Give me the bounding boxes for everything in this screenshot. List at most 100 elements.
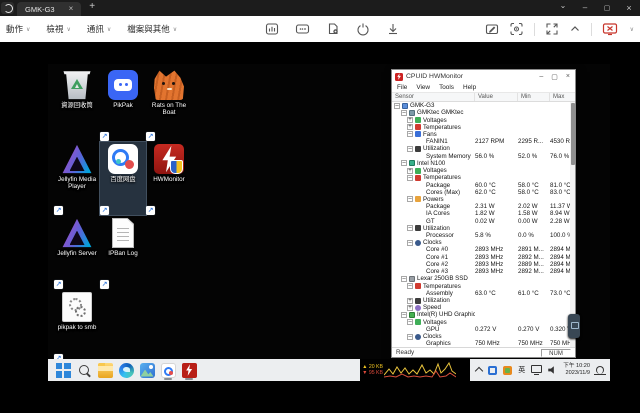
desktop-icon[interactable]: Rats on The Boat [146, 68, 192, 141]
sensor-row[interactable]: Temperatures [392, 124, 575, 131]
expand-toggle-icon[interactable] [407, 319, 413, 325]
sensor-row[interactable]: FANIN1 2127 RPM 2295 R... 4530 R... [392, 138, 575, 145]
taskbar-app-photos[interactable] [139, 361, 155, 380]
close-icon[interactable] [618, 0, 640, 17]
download-icon[interactable] [386, 22, 400, 36]
maximize-icon[interactable]: ▢ [551, 73, 558, 81]
side-toolbar-handle[interactable] [568, 314, 580, 338]
expand-toggle-icon[interactable] [407, 124, 413, 130]
expand-toggle-icon[interactable] [407, 117, 413, 123]
column-header-value[interactable]: Value [475, 93, 518, 101]
desktop-icon[interactable]: Jellyfin Server [54, 216, 100, 289]
expand-toggle-icon[interactable] [407, 131, 413, 137]
desktop-icon[interactable]: HWMonitor [146, 142, 192, 215]
column-header-sensor[interactable]: Sensor [392, 93, 475, 101]
sensor-row[interactable]: Temperatures [392, 174, 575, 181]
column-header-max[interactable]: Max [550, 93, 575, 101]
sensor-row[interactable]: Voltages [392, 319, 575, 326]
desktop-icon[interactable]: 資源回收筒 [54, 68, 100, 141]
sensor-row[interactable]: Temperatures [392, 282, 575, 289]
clock[interactable]: 下午 10:20 2023/11/9 [563, 363, 590, 377]
sensor-row[interactable]: Powers [392, 196, 575, 203]
collapse-toolbar-icon[interactable] [569, 23, 581, 35]
speaker-icon[interactable] [548, 366, 557, 375]
sensor-row[interactable]: Assembly 63.0 °C 61.0 °C 73.0 °C [392, 290, 575, 297]
virtual-screen-icon[interactable] [295, 22, 310, 36]
taskbar-app-file-explorer[interactable] [97, 361, 113, 380]
sensor-row[interactable]: GMK-G3 [392, 102, 575, 109]
expand-toggle-icon[interactable] [407, 298, 413, 304]
scrollbar[interactable] [570, 102, 575, 347]
sensor-row[interactable]: System Memory 56.0 % 52.0 % 76.0 % [392, 153, 575, 160]
annotate-icon[interactable] [485, 22, 499, 36]
expand-toggle-icon[interactable] [401, 312, 407, 318]
sensor-row[interactable]: Intel(R) UHD Graphics [392, 311, 575, 318]
taskbar-app-search[interactable] [76, 361, 92, 380]
close-tab-icon[interactable] [69, 5, 74, 13]
desktop-icon[interactable]: PikPak [100, 68, 146, 141]
new-tab-button[interactable] [81, 0, 103, 16]
sensor-row[interactable]: Utilization [392, 225, 575, 232]
sensor-row[interactable]: Processor 5.8 % 0.0 % 100.0 % [392, 232, 575, 239]
taskbar-app-baidu-netdisk[interactable] [160, 361, 176, 380]
hwmonitor-window[interactable]: CPUID HWMonitor – ▢ × FileViewToolsHelp … [391, 69, 576, 358]
more-options-icon[interactable]: ∨ [630, 26, 634, 33]
hwmonitor-menu-item[interactable]: Help [463, 84, 476, 91]
expand-toggle-icon[interactable] [401, 160, 407, 166]
expand-toggle-icon[interactable] [407, 240, 413, 246]
hwmonitor-menu-item[interactable]: View [416, 84, 430, 91]
expand-toggle-icon[interactable] [407, 146, 413, 152]
ime-indicator[interactable]: 英 [518, 365, 525, 375]
sensor-row[interactable]: GT 0.02 W 0.00 W 2.28 W [392, 218, 575, 225]
remote-screen[interactable]: 資源回收筒 PikPak Rats on The Boat Jellyfin M… [48, 64, 610, 381]
session-tab[interactable]: GMK-G3 [17, 2, 81, 16]
sensor-row[interactable]: Voltages [392, 167, 575, 174]
sensor-row[interactable]: Core #2 2893 MHz 2889 M... 2894 M... [392, 261, 575, 268]
expand-toggle-icon[interactable] [394, 103, 400, 109]
expand-toggle-icon[interactable] [407, 225, 413, 231]
expand-toggle-icon[interactable] [407, 168, 413, 174]
menu-item[interactable]: 檔案與其他 [127, 23, 177, 35]
close-icon[interactable]: × [566, 73, 570, 81]
display-icon[interactable] [531, 365, 542, 373]
sensor-row[interactable]: Speed [392, 304, 575, 311]
desktop-icon[interactable]: IPBan Log [100, 216, 146, 289]
expand-toggle-icon[interactable] [407, 334, 413, 340]
menu-item[interactable]: 檢視 [46, 23, 70, 35]
sensor-row[interactable]: Fans [392, 131, 575, 138]
sensor-row[interactable]: Intel N100 [392, 160, 575, 167]
sensor-row[interactable]: IA Cores 1.82 W 1.58 W 8.94 W [392, 210, 575, 217]
traffic-monitor-widget[interactable]: ▲ 20 KB ▼ 95 KB [360, 359, 470, 381]
desktop-icon[interactable]: Jellyfin Media Player [54, 142, 100, 215]
chevron-down-icon[interactable] [552, 0, 574, 16]
expand-toggle-icon[interactable] [401, 110, 407, 116]
notification-bell-icon[interactable] [596, 366, 604, 374]
sensor-row[interactable]: Graphics 750 MHz 750 MHz 750 MHz [392, 340, 575, 347]
scrollbar-thumb[interactable] [571, 103, 575, 165]
sensor-row[interactable]: GPU 0.272 V 0.270 V 0.320 V [392, 326, 575, 333]
disconnect-screen-icon[interactable] [602, 22, 618, 36]
hwmonitor-menu-item[interactable]: Tools [439, 84, 454, 91]
expand-toggle-icon[interactable] [401, 276, 407, 282]
expand-toggle-icon[interactable] [407, 283, 413, 289]
hwmonitor-menu-item[interactable]: File [397, 84, 407, 91]
sensor-row[interactable]: Utilization [392, 297, 575, 304]
taskbar-app-start[interactable] [55, 361, 71, 380]
taskbar-app-hwmonitor[interactable] [181, 361, 197, 380]
sensor-row[interactable]: Package 2.31 W 2.02 W 11.37 W [392, 203, 575, 210]
minimize-icon[interactable] [574, 0, 596, 16]
sensor-row[interactable]: Package 60.0 °C 58.0 °C 81.0 °C [392, 181, 575, 188]
expand-toggle-icon[interactable] [407, 175, 413, 181]
power-actions-icon[interactable] [356, 22, 370, 36]
expand-toggle-icon[interactable] [407, 196, 413, 202]
taskbar-app-edge[interactable] [118, 361, 134, 380]
hwmonitor-titlebar[interactable]: CPUID HWMonitor – ▢ × [392, 70, 575, 83]
sensor-row[interactable]: GMKtec GMKtec [392, 109, 575, 116]
sensor-row[interactable]: Clocks [392, 239, 575, 246]
stats-monitor-icon[interactable] [265, 22, 279, 36]
sensor-row[interactable]: Cores (Max) 62.0 °C 58.0 °C 83.0 °C [392, 189, 575, 196]
sensor-row[interactable]: Lexar 250GB SSD [392, 275, 575, 282]
expand-toggle-icon[interactable] [407, 305, 413, 311]
sensor-row[interactable]: Core #0 2893 MHz 2891 M... 2894 M... [392, 246, 575, 253]
sensor-row[interactable]: Core #3 2893 MHz 2892 M... 2894 M... [392, 268, 575, 275]
